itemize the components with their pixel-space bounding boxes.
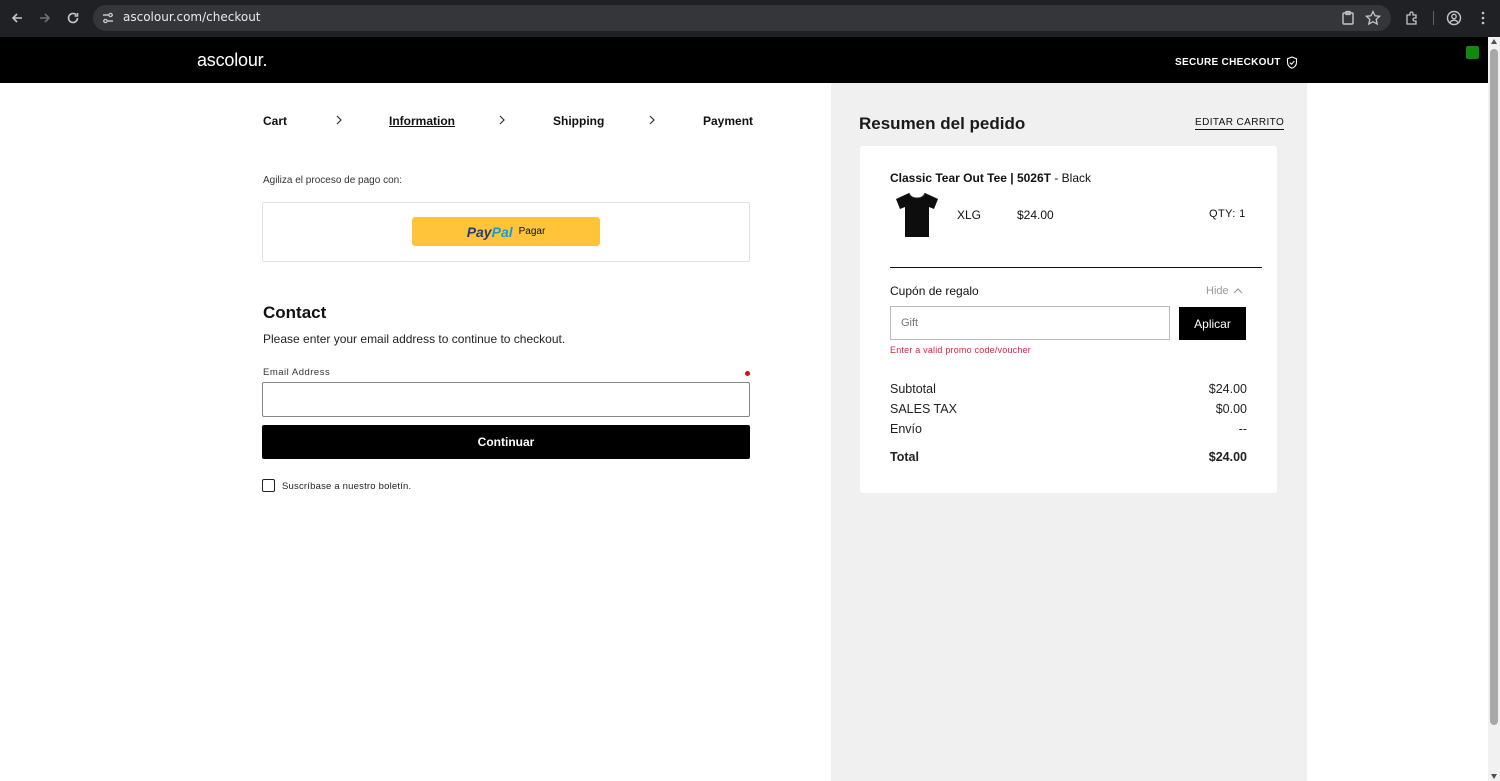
breadcrumb-cart[interactable]: Cart (263, 114, 287, 128)
back-icon[interactable] (7, 8, 27, 28)
checkout-breadcrumb: Cart Information Shipping Payment (263, 114, 753, 130)
product-image (896, 192, 938, 237)
secure-checkout: SECURE CHECKOUT (1175, 56, 1298, 69)
scroll-down-icon[interactable] (1491, 774, 1497, 779)
extension-badge-icon[interactable] (1466, 46, 1479, 59)
chevron-right-icon (649, 115, 655, 125)
product-qty: QTY: 1 (1209, 208, 1246, 220)
profile-icon[interactable] (1445, 9, 1463, 27)
summary-divider (890, 267, 1262, 268)
scrollbar-thumb[interactable] (1490, 49, 1498, 725)
product-name: Classic Tear Out Tee | 5026T - Black (890, 171, 1091, 185)
breadcrumb-information[interactable]: Information (389, 114, 455, 128)
clipboard-icon[interactable] (1339, 9, 1357, 27)
paypal-logo-part1: Pay (466, 223, 492, 240)
url-text[interactable]: ascolour.com/checkout (123, 10, 261, 24)
reload-icon[interactable] (63, 8, 83, 28)
express-checkout-label: Agiliza el proceso de pago con: (263, 175, 402, 186)
contact-title: Contact (263, 303, 327, 322)
product-color: - Black (1051, 171, 1092, 185)
email-field[interactable] (262, 382, 750, 417)
edit-cart-link[interactable]: EDITAR CARRITO (1195, 117, 1285, 130)
breadcrumb-payment[interactable]: Payment (703, 114, 753, 128)
total-value: $24.00 (1208, 450, 1247, 464)
paypal-button[interactable]: Pay Pal Pagar (412, 217, 600, 246)
required-indicator (745, 371, 750, 376)
site-settings-icon[interactable] (101, 11, 115, 25)
site-header: ascolour. SECURE CHECKOUT (0, 37, 1488, 83)
newsletter-checkbox[interactable] (262, 479, 275, 492)
continue-button[interactable]: Continuar (262, 425, 750, 459)
browser-toolbar: ascolour.com/checkout (0, 0, 1500, 37)
extensions-icon[interactable] (1403, 9, 1421, 27)
newsletter-label[interactable]: Suscríbase a nuestro boletín. (282, 481, 411, 492)
shipping-label: Envío (890, 422, 922, 436)
paypal-button-label: Pagar (518, 226, 546, 237)
breadcrumb-shipping[interactable]: Shipping (553, 114, 604, 128)
address-bar[interactable] (93, 5, 1391, 31)
contact-subtitle: Please enter your email address to conti… (263, 332, 566, 346)
toolbar-divider (1433, 11, 1434, 25)
star-icon[interactable] (1364, 9, 1382, 27)
paypal-logo-part2: Pal (491, 223, 513, 240)
subtotal-label: Subtotal (890, 382, 936, 396)
apply-coupon-button[interactable]: Aplicar (1179, 307, 1246, 340)
logo[interactable]: ascolour. (197, 50, 267, 71)
gift-code-input[interactable] (890, 306, 1170, 340)
chevron-right-icon (499, 115, 505, 125)
total-label: Total (890, 450, 919, 464)
order-summary-title: Resumen del pedido (859, 114, 1026, 133)
product-size: XLG (957, 208, 982, 222)
page-scrollbar[interactable] (1488, 37, 1500, 781)
secure-checkout-label: SECURE CHECKOUT (1175, 57, 1281, 68)
chevron-right-icon (336, 115, 342, 125)
sales-tax-value: $0.00 (1215, 402, 1247, 416)
shipping-value: -- (1238, 422, 1247, 436)
subtotal-value: $24.00 (1208, 382, 1247, 396)
sales-tax-label: SALES TAX (890, 402, 957, 416)
chevron-up-icon (1233, 288, 1243, 294)
promo-error-message: Enter a valid promo code/voucher (890, 345, 1031, 355)
product-title: Classic Tear Out Tee | 5026T (890, 171, 1051, 185)
coupon-hide-label: Hide (1206, 285, 1229, 297)
menu-icon[interactable] (1474, 9, 1492, 27)
email-label: Email Address (263, 367, 331, 378)
coupon-label: Cupón de regalo (890, 284, 979, 298)
scroll-up-icon[interactable] (1491, 39, 1497, 44)
shield-check-icon (1286, 56, 1297, 69)
forward-icon[interactable] (35, 8, 55, 28)
product-price: $24.00 (1017, 208, 1054, 222)
coupon-hide-toggle[interactable]: Hide (1206, 285, 1243, 297)
